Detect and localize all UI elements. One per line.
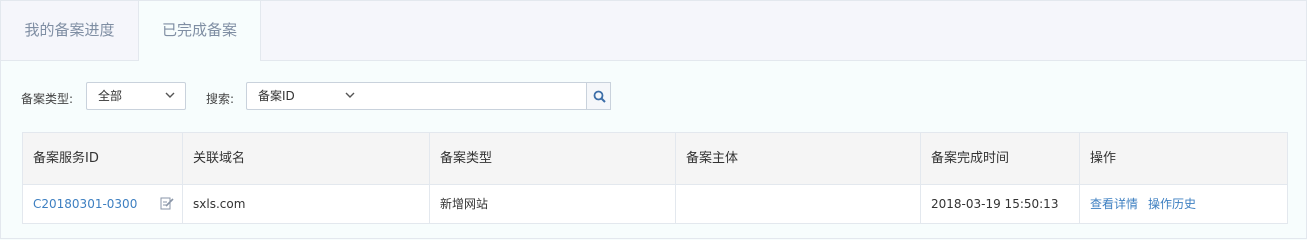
table-header: 备案服务ID 关联域名 备案类型 备案主体 备案完成时间 操作: [23, 133, 1287, 185]
filter-type-label: 备案类型:: [21, 92, 74, 106]
column-header: 关联域名: [183, 133, 430, 184]
tab-my-progress[interactable]: 我的备案进度: [1, 1, 138, 60]
records-table: 备案服务ID 关联域名 备案类型 备案主体 备案完成时间 操作 C2018030…: [22, 132, 1288, 224]
records-panel: 我的备案进度 已完成备案 备案类型: 全部 搜索: 备案ID 备案服务ID 关联…: [0, 0, 1307, 239]
operation-history-link[interactable]: 操作历史: [1148, 197, 1196, 211]
search-icon: [593, 90, 606, 103]
actions-cell: 查看详情 操作历史: [1080, 185, 1287, 223]
type-cell: 新增网站: [430, 185, 676, 223]
column-header: 备案服务ID: [23, 133, 183, 184]
completed-time-cell: 2018-03-19 15:50:13: [921, 185, 1080, 223]
domain-cell: sxls.com: [183, 185, 430, 223]
table-row: C20180301-0300 sxls.com 新增网站 2018-03-19 …: [23, 185, 1287, 223]
column-header: 备案完成时间: [921, 133, 1080, 184]
search-field-select-value: 备案ID: [258, 89, 295, 103]
edit-icon[interactable]: [160, 196, 174, 210]
record-type-select-value: 全部: [98, 89, 123, 103]
subject-cell: [676, 185, 921, 223]
record-type-select[interactable]: 全部: [86, 82, 186, 110]
search-label: 搜索:: [206, 92, 235, 106]
view-details-link[interactable]: 查看详情: [1090, 197, 1138, 211]
search-field-select[interactable]: 备案ID: [246, 82, 366, 110]
column-header: 备案主体: [676, 133, 921, 184]
column-header: 操作: [1090, 151, 1117, 166]
tab-bar: 我的备案进度 已完成备案: [1, 1, 1306, 61]
tab-completed[interactable]: 已完成备案: [138, 1, 261, 61]
column-header: 备案类型: [430, 133, 676, 184]
chevron-down-icon: [165, 92, 175, 98]
service-id-link[interactable]: C20180301-0300: [33, 197, 137, 211]
search-button[interactable]: [586, 82, 611, 110]
chevron-down-icon: [345, 92, 355, 98]
search-input[interactable]: [365, 82, 587, 110]
service-id-cell: C20180301-0300: [23, 185, 183, 223]
